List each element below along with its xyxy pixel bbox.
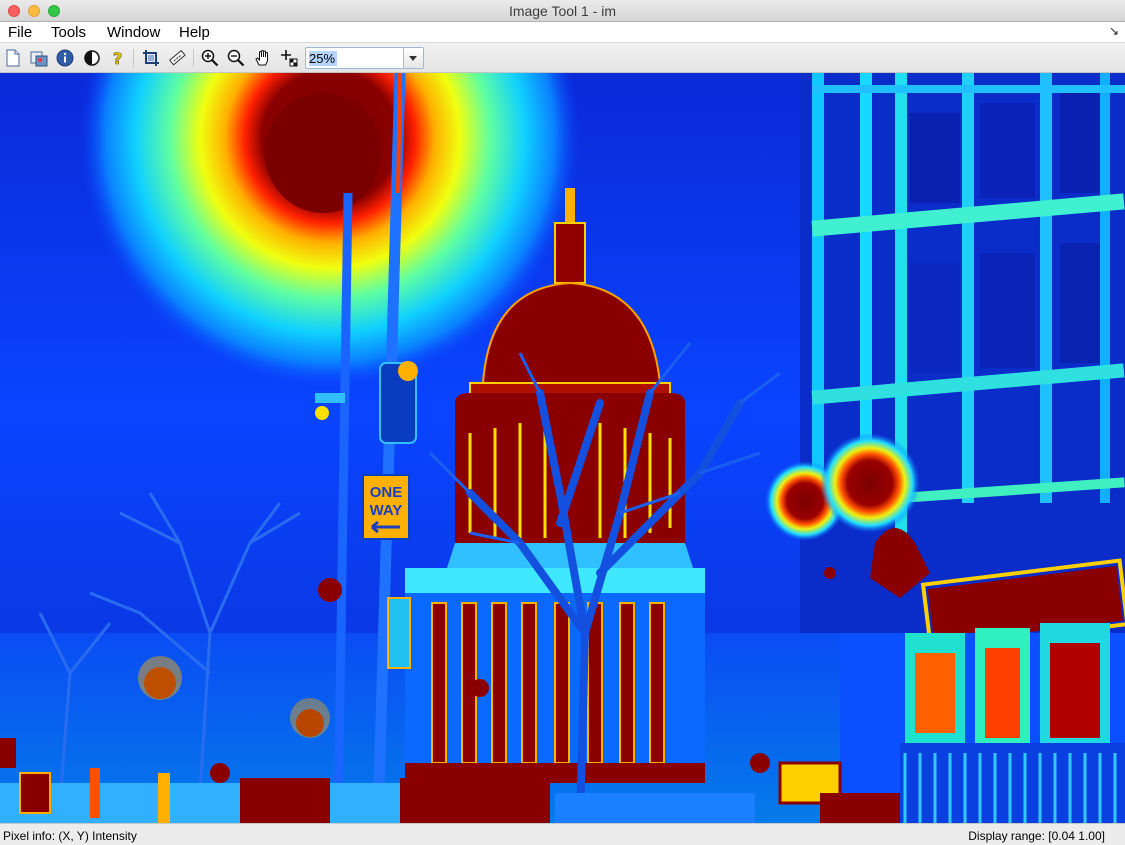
- zoom-dropdown-button[interactable]: [403, 48, 423, 68]
- menu-tools[interactable]: Tools: [51, 24, 86, 41]
- contrast-icon[interactable]: [83, 49, 101, 67]
- image-viewport[interactable]: ONE WAY: [0, 73, 1125, 823]
- title-bar: Image Tool 1 - im: [0, 0, 1125, 22]
- menu-window[interactable]: Window: [107, 24, 160, 41]
- one-way-sign: ONE WAY: [362, 474, 410, 540]
- image-canvas[interactable]: ONE WAY: [0, 73, 1125, 823]
- menu-bar: File Tools Window Help ↘: [0, 22, 1125, 43]
- sign-text-one: ONE: [370, 484, 403, 501]
- new-image-icon[interactable]: [4, 49, 22, 67]
- pixel-region-icon[interactable]: [280, 49, 298, 67]
- dock-arrow-icon[interactable]: ↘: [1109, 24, 1119, 38]
- zoom-combobox[interactable]: [305, 47, 424, 69]
- svg-text:?: ?: [113, 49, 122, 67]
- export-image-icon[interactable]: [30, 49, 48, 67]
- distance-tool-icon[interactable]: [168, 49, 186, 67]
- help-icon[interactable]: ?: [109, 49, 127, 67]
- pixel-info-label: Pixel info: (X, Y) Intensity: [3, 829, 137, 843]
- sign-text-way: WAY: [370, 502, 403, 519]
- zoom-out-icon[interactable]: [227, 49, 245, 67]
- toolbar-separator: [193, 49, 194, 67]
- toolbar-separator: [133, 49, 134, 67]
- zoom-input[interactable]: [307, 49, 403, 67]
- display-range-label: Display range: [0.04 1.00]: [968, 829, 1105, 843]
- toolbar: ?: [0, 43, 1125, 73]
- image-info-icon[interactable]: [56, 49, 74, 67]
- crop-icon[interactable]: [142, 49, 160, 67]
- menu-help[interactable]: Help: [179, 24, 210, 41]
- pan-icon[interactable]: [254, 49, 272, 67]
- capitol-colonnade: [405, 568, 705, 783]
- zoom-in-icon[interactable]: [201, 49, 219, 67]
- menu-file[interactable]: File: [8, 24, 32, 41]
- status-bar: Pixel info: (X, Y) Intensity Display ran…: [0, 823, 1125, 845]
- window-title: Image Tool 1 - im: [508, 3, 617, 19]
